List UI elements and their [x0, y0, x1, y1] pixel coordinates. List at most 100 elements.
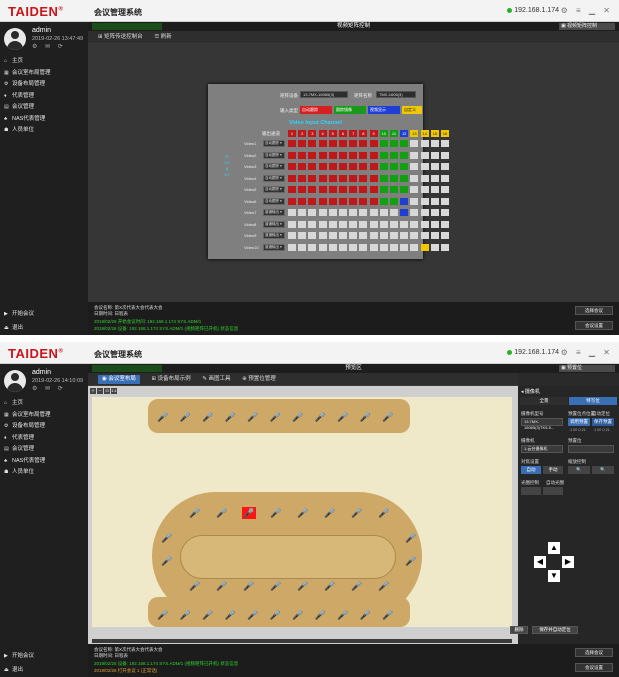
matrix-cell[interactable]: [328, 163, 337, 170]
matrix-cell[interactable]: [288, 232, 296, 239]
matrix-cell[interactable]: [349, 163, 358, 170]
ptz-down-icon[interactable]: ▼: [548, 570, 560, 582]
matrix-cell[interactable]: [359, 209, 368, 216]
matrix-cell[interactable]: [400, 186, 409, 193]
matrix-cell[interactable]: [400, 174, 409, 182]
matrix-cell[interactable]: [298, 163, 307, 170]
matrix-cell[interactable]: [318, 197, 327, 205]
matrix-cell[interactable]: [390, 140, 398, 147]
type-video-display-button[interactable]: 视频显示: [368, 106, 400, 114]
matrix-cell[interactable]: [420, 174, 429, 182]
matrix-cell[interactable]: [318, 243, 327, 251]
matrix-cell[interactable]: [410, 243, 419, 251]
matrix-cell[interactable]: [400, 232, 409, 239]
matrix-cell[interactable]: [298, 220, 307, 228]
microphone-seat[interactable]: 🎤: [215, 507, 229, 519]
matrix-cell[interactable]: [298, 197, 307, 205]
microphone-seat[interactable]: 🎤: [160, 532, 174, 544]
microphone-seat[interactable]: 🎤: [291, 411, 305, 423]
call-preset-button[interactable]: 调用预置: [568, 418, 590, 426]
matrix-cell[interactable]: [379, 232, 388, 239]
matrix-console-button[interactable]: ⊞ 矩阵传送控制台: [98, 31, 143, 44]
matrix-cell[interactable]: [328, 174, 337, 182]
microphone-seat[interactable]: 🎤: [201, 609, 215, 621]
microphone-seat[interactable]: 🎤: [359, 609, 373, 621]
tab-room-layout[interactable]: ◉ 会议室布局: [98, 375, 140, 384]
matrix-cell[interactable]: [369, 151, 378, 159]
matrix-cell[interactable]: [441, 140, 449, 147]
microphone-seat[interactable]: 🎤: [246, 411, 260, 423]
matrix-cell[interactable]: [441, 232, 449, 239]
matrix-cell[interactable]: [328, 197, 337, 205]
matrix-cell[interactable]: [390, 151, 398, 159]
microphone-seat[interactable]: 🎤: [296, 507, 310, 519]
matrix-cell[interactable]: [308, 163, 317, 170]
matrix-cell[interactable]: [318, 220, 327, 228]
matrix-cell[interactable]: [359, 197, 368, 205]
microphone-seat[interactable]: 🎤: [188, 580, 202, 592]
sidebar-item-nas[interactable]: ♣ NAS代表管理: [0, 456, 88, 468]
matrix-cell[interactable]: [298, 186, 307, 193]
matrix-cell[interactable]: [359, 140, 368, 147]
aperture-minus-button[interactable]: [521, 487, 541, 495]
matrix-cell[interactable]: [390, 163, 398, 170]
matrix-cell[interactable]: [359, 174, 368, 182]
matrix-cell[interactable]: [430, 232, 439, 239]
matrix-cell[interactable]: [349, 243, 358, 251]
user-action-icons[interactable]: ⚙ ✉ ⟳: [32, 43, 66, 50]
matrix-cell[interactable]: [339, 232, 347, 239]
matrix-cell[interactable]: [318, 232, 327, 239]
matrix-cell[interactable]: [430, 140, 439, 147]
camera-panel-header[interactable]: ◂ 摄像机: [521, 388, 540, 395]
matrix-cell[interactable]: [339, 174, 347, 182]
type-auto-track-button[interactable]: 自动跟踪: [300, 106, 332, 114]
tab-panorama[interactable]: 全景: [520, 397, 568, 405]
matrix-cell[interactable]: [288, 151, 296, 159]
microphone-seat[interactable]: 🎤: [359, 411, 373, 423]
matrix-cell[interactable]: [288, 186, 296, 193]
matrix-cell[interactable]: [308, 151, 317, 159]
start-meeting-button[interactable]: ▶ 开始会议: [0, 649, 88, 663]
microphone-seat[interactable]: 🎤: [246, 609, 260, 621]
matrix-cell[interactable]: [410, 232, 419, 239]
matrix-cell[interactable]: [400, 197, 409, 205]
matrix-cell[interactable]: [430, 243, 439, 251]
matrix-cell[interactable]: [430, 151, 439, 159]
matrix-cell[interactable]: [430, 220, 439, 228]
matrix-cell[interactable]: [359, 232, 368, 239]
focus-manual-button[interactable]: 手动: [543, 466, 563, 474]
matrix-cell[interactable]: [308, 174, 317, 182]
matrix-cell[interactable]: [339, 243, 347, 251]
microphone-seat[interactable]: 🎤: [201, 411, 215, 423]
matrix-cell[interactable]: [430, 209, 439, 216]
horizontal-scrollbar[interactable]: [92, 639, 512, 643]
matrix-cell[interactable]: [410, 209, 419, 216]
matrix-cell[interactable]: [379, 209, 388, 216]
microphone-seat[interactable]: 🎤: [242, 580, 256, 592]
matrix-cell[interactable]: [288, 197, 296, 205]
matrix-cell[interactable]: [390, 186, 398, 193]
matrix-cell[interactable]: [400, 209, 409, 216]
matrix-cell[interactable]: [441, 209, 449, 216]
microphone-seat[interactable]: 🎤: [404, 532, 418, 544]
output-mode-select[interactable]: 自动跟踪 ▾: [263, 174, 285, 182]
matrix-cell[interactable]: [379, 186, 388, 193]
output-mode-select[interactable]: 自动跟踪 ▾: [263, 151, 285, 159]
focus-auto-button[interactable]: 自动: [521, 466, 541, 474]
ptz-right-icon[interactable]: ▶: [562, 556, 574, 568]
output-mode-select[interactable]: 普通输出 ▾: [263, 232, 285, 239]
matrix-cell[interactable]: [410, 163, 419, 170]
matrix-cell[interactable]: [288, 209, 296, 216]
mode-dropdown[interactable]: 视频矩阵控制: [559, 23, 615, 30]
matrix-cell[interactable]: [379, 220, 388, 228]
matrix-cell[interactable]: [339, 197, 347, 205]
matrix-cell[interactable]: [379, 163, 388, 170]
matrix-cell[interactable]: [349, 151, 358, 159]
matrix-cell[interactable]: [400, 151, 409, 159]
microphone-seat[interactable]: 🎤: [323, 507, 337, 519]
matrix-cell[interactable]: [349, 197, 358, 205]
matrix-cell[interactable]: [349, 186, 358, 193]
matrix-cell[interactable]: [379, 140, 388, 147]
microphone-seat[interactable]: 🎤: [269, 411, 283, 423]
matrix-cell[interactable]: [441, 174, 449, 182]
